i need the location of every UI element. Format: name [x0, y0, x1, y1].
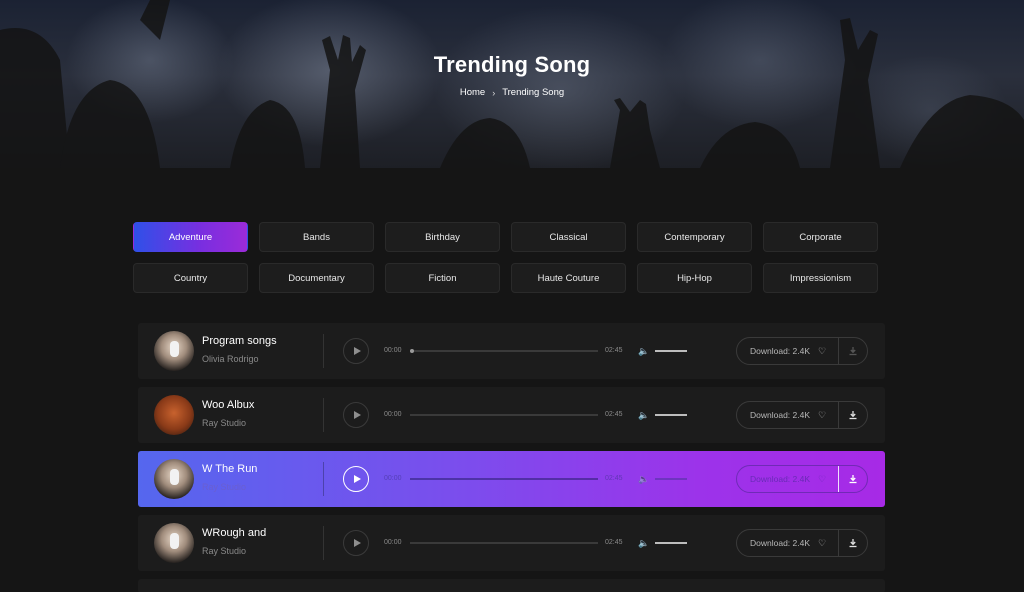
progress-bar[interactable]	[410, 542, 598, 544]
divider	[323, 334, 324, 368]
genre-filter-grid: Adventure Bands Birthday Classical Conte…	[133, 222, 879, 293]
hero-banner: Trending Song Home › Trending Song	[0, 0, 1024, 168]
track-row[interactable]: Woo Albux Ray Studio 00:00 02:45 🔈 Downl…	[138, 387, 885, 443]
genre-tab-impressionism[interactable]: Impressionism	[763, 263, 878, 293]
volume-slider[interactable]	[655, 542, 687, 544]
play-icon	[353, 411, 361, 419]
track-cover	[154, 395, 194, 435]
chevron-right-icon: ›	[492, 87, 496, 98]
genre-tab-birthday[interactable]: Birthday	[385, 222, 500, 252]
track-artist: Ray Studio	[202, 546, 247, 556]
genre-tab-contemporary[interactable]: Contemporary	[637, 222, 752, 252]
divider	[323, 526, 324, 560]
duration: 02:45	[605, 411, 623, 418]
page-title: Trending Song	[433, 52, 591, 77]
play-button[interactable]	[343, 466, 369, 492]
track-artist: Olivia Rodrigo	[202, 354, 259, 364]
duration: 02:45	[605, 539, 623, 546]
track-row[interactable]: Program songs Olivia Rodrigo 00:00 02:45…	[138, 323, 885, 379]
track-title[interactable]: W The Run	[202, 463, 257, 475]
track-list: Program songs Olivia Rodrigo 00:00 02:45…	[138, 323, 885, 592]
duration: 02:45	[605, 347, 623, 354]
play-button[interactable]	[343, 338, 369, 364]
track-row-playing[interactable]: W The Run Ray Studio 00:00 02:45 🔈 Downl…	[138, 451, 885, 507]
genre-tab-hip-hop[interactable]: Hip-Hop	[637, 263, 752, 293]
download-icon	[849, 411, 857, 420]
track-cover	[154, 331, 194, 371]
track-artist: Ray Studio	[202, 482, 247, 492]
genre-tab-country[interactable]: Country	[133, 263, 248, 293]
volume-slider[interactable]	[655, 350, 687, 352]
track-cover	[154, 523, 194, 563]
download-count: Download: 2.4K	[750, 410, 811, 420]
volume-icon[interactable]: 🔈	[638, 537, 649, 549]
download-pill: Download: 2.4K ♡	[736, 529, 868, 557]
download-count: Download: 2.4K	[750, 346, 811, 356]
heart-icon[interactable]: ♡	[815, 474, 829, 485]
progress-bar[interactable]	[410, 478, 598, 480]
current-time: 00:00	[384, 347, 402, 354]
play-button[interactable]	[343, 402, 369, 428]
genre-tab-fiction[interactable]: Fiction	[385, 263, 500, 293]
progress-bar[interactable]	[410, 414, 598, 416]
download-button[interactable]	[839, 474, 867, 484]
current-time: 00:00	[384, 539, 402, 546]
progress-bar[interactable]	[410, 349, 598, 353]
track-row[interactable]	[138, 579, 885, 592]
genre-tab-bands[interactable]: Bands	[259, 222, 374, 252]
track-title[interactable]: WRough and	[202, 527, 266, 539]
volume-slider[interactable]	[655, 478, 687, 480]
heart-icon[interactable]: ♡	[815, 346, 829, 357]
volume-icon[interactable]: 🔈	[638, 473, 649, 485]
download-count: Download: 2.4K	[750, 538, 811, 548]
play-icon	[353, 539, 361, 547]
download-pill: Download: 2.4K ♡	[736, 337, 868, 365]
download-icon	[849, 347, 857, 356]
current-time: 00:00	[384, 475, 402, 482]
track-title[interactable]: Program songs	[202, 335, 277, 347]
genre-tab-adventure[interactable]: Adventure	[133, 222, 248, 252]
track-artist: Ray Studio	[202, 418, 247, 428]
crowd-silhouette	[0, 0, 1024, 168]
breadcrumb-current: Trending Song	[502, 87, 565, 98]
volume-icon[interactable]: 🔈	[638, 409, 649, 421]
genre-tab-haute-couture[interactable]: Haute Couture	[511, 263, 626, 293]
breadcrumb: Home › Trending Song	[0, 87, 1024, 98]
download-icon	[849, 475, 857, 484]
divider	[323, 462, 324, 496]
download-button[interactable]	[839, 538, 867, 548]
play-icon	[353, 475, 361, 483]
download-button[interactable]	[839, 346, 867, 356]
breadcrumb-home-link[interactable]: Home	[460, 87, 485, 98]
genre-tab-corporate[interactable]: Corporate	[763, 222, 878, 252]
current-time: 00:00	[384, 411, 402, 418]
track-row[interactable]: WRough and Ray Studio 00:00 02:45 🔈 Down…	[138, 515, 885, 571]
divider	[323, 398, 324, 432]
volume-slider[interactable]	[655, 414, 687, 416]
track-title[interactable]: Woo Albux	[202, 399, 254, 411]
progress-knob[interactable]	[410, 349, 414, 353]
download-count: Download: 2.4K	[750, 474, 811, 484]
duration: 02:45	[605, 475, 623, 482]
download-pill: Download: 2.4K ♡	[736, 465, 868, 493]
volume-icon[interactable]: 🔈	[638, 345, 649, 357]
play-icon	[353, 347, 361, 355]
heart-icon[interactable]: ♡	[815, 410, 829, 421]
track-cover	[154, 459, 194, 499]
genre-tab-classical[interactable]: Classical	[511, 222, 626, 252]
heart-icon[interactable]: ♡	[815, 538, 829, 549]
download-pill: Download: 2.4K ♡	[736, 401, 868, 429]
download-icon	[849, 539, 857, 548]
genre-tab-documentary[interactable]: Documentary	[259, 263, 374, 293]
download-button[interactable]	[839, 410, 867, 420]
play-button[interactable]	[343, 530, 369, 556]
